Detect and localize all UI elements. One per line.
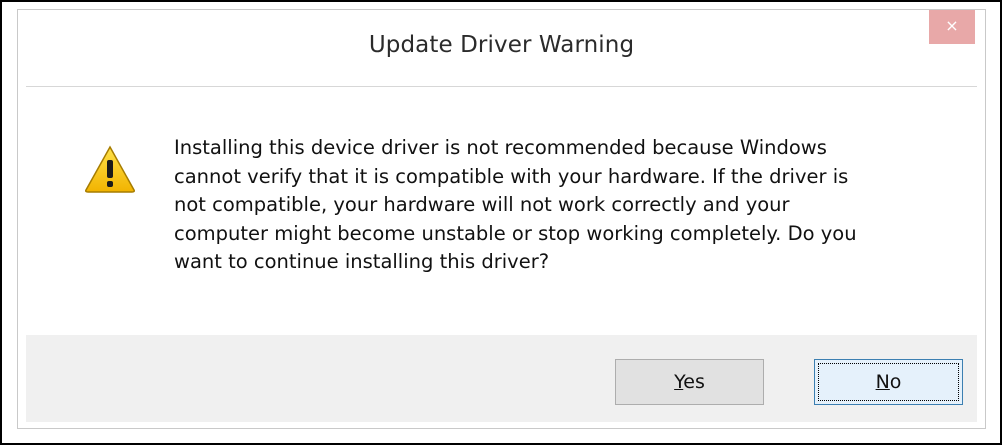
warning-icon bbox=[85, 145, 135, 193]
title-bar[interactable]: Update Driver Warning × bbox=[18, 10, 985, 86]
yes-button[interactable]: Yes bbox=[615, 359, 764, 405]
no-mnemonic: N bbox=[875, 371, 890, 393]
no-label-rest: o bbox=[889, 371, 902, 393]
button-bar: Yes No bbox=[26, 335, 977, 422]
close-icon: × bbox=[945, 16, 959, 35]
dialog-title: Update Driver Warning bbox=[368, 32, 635, 58]
dialog-window: Update Driver Warning × Installing this … bbox=[17, 9, 986, 429]
no-button[interactable]: No bbox=[814, 359, 963, 405]
yes-mnemonic: Y bbox=[674, 371, 684, 393]
yes-label-rest: es bbox=[683, 371, 705, 393]
screenshot-frame: Update Driver Warning × Installing this … bbox=[0, 0, 1002, 445]
dialog-content: Installing this device driver is not rec… bbox=[26, 86, 977, 335]
warning-message: Installing this device driver is not rec… bbox=[174, 136, 857, 273]
close-button[interactable]: × bbox=[929, 10, 975, 44]
